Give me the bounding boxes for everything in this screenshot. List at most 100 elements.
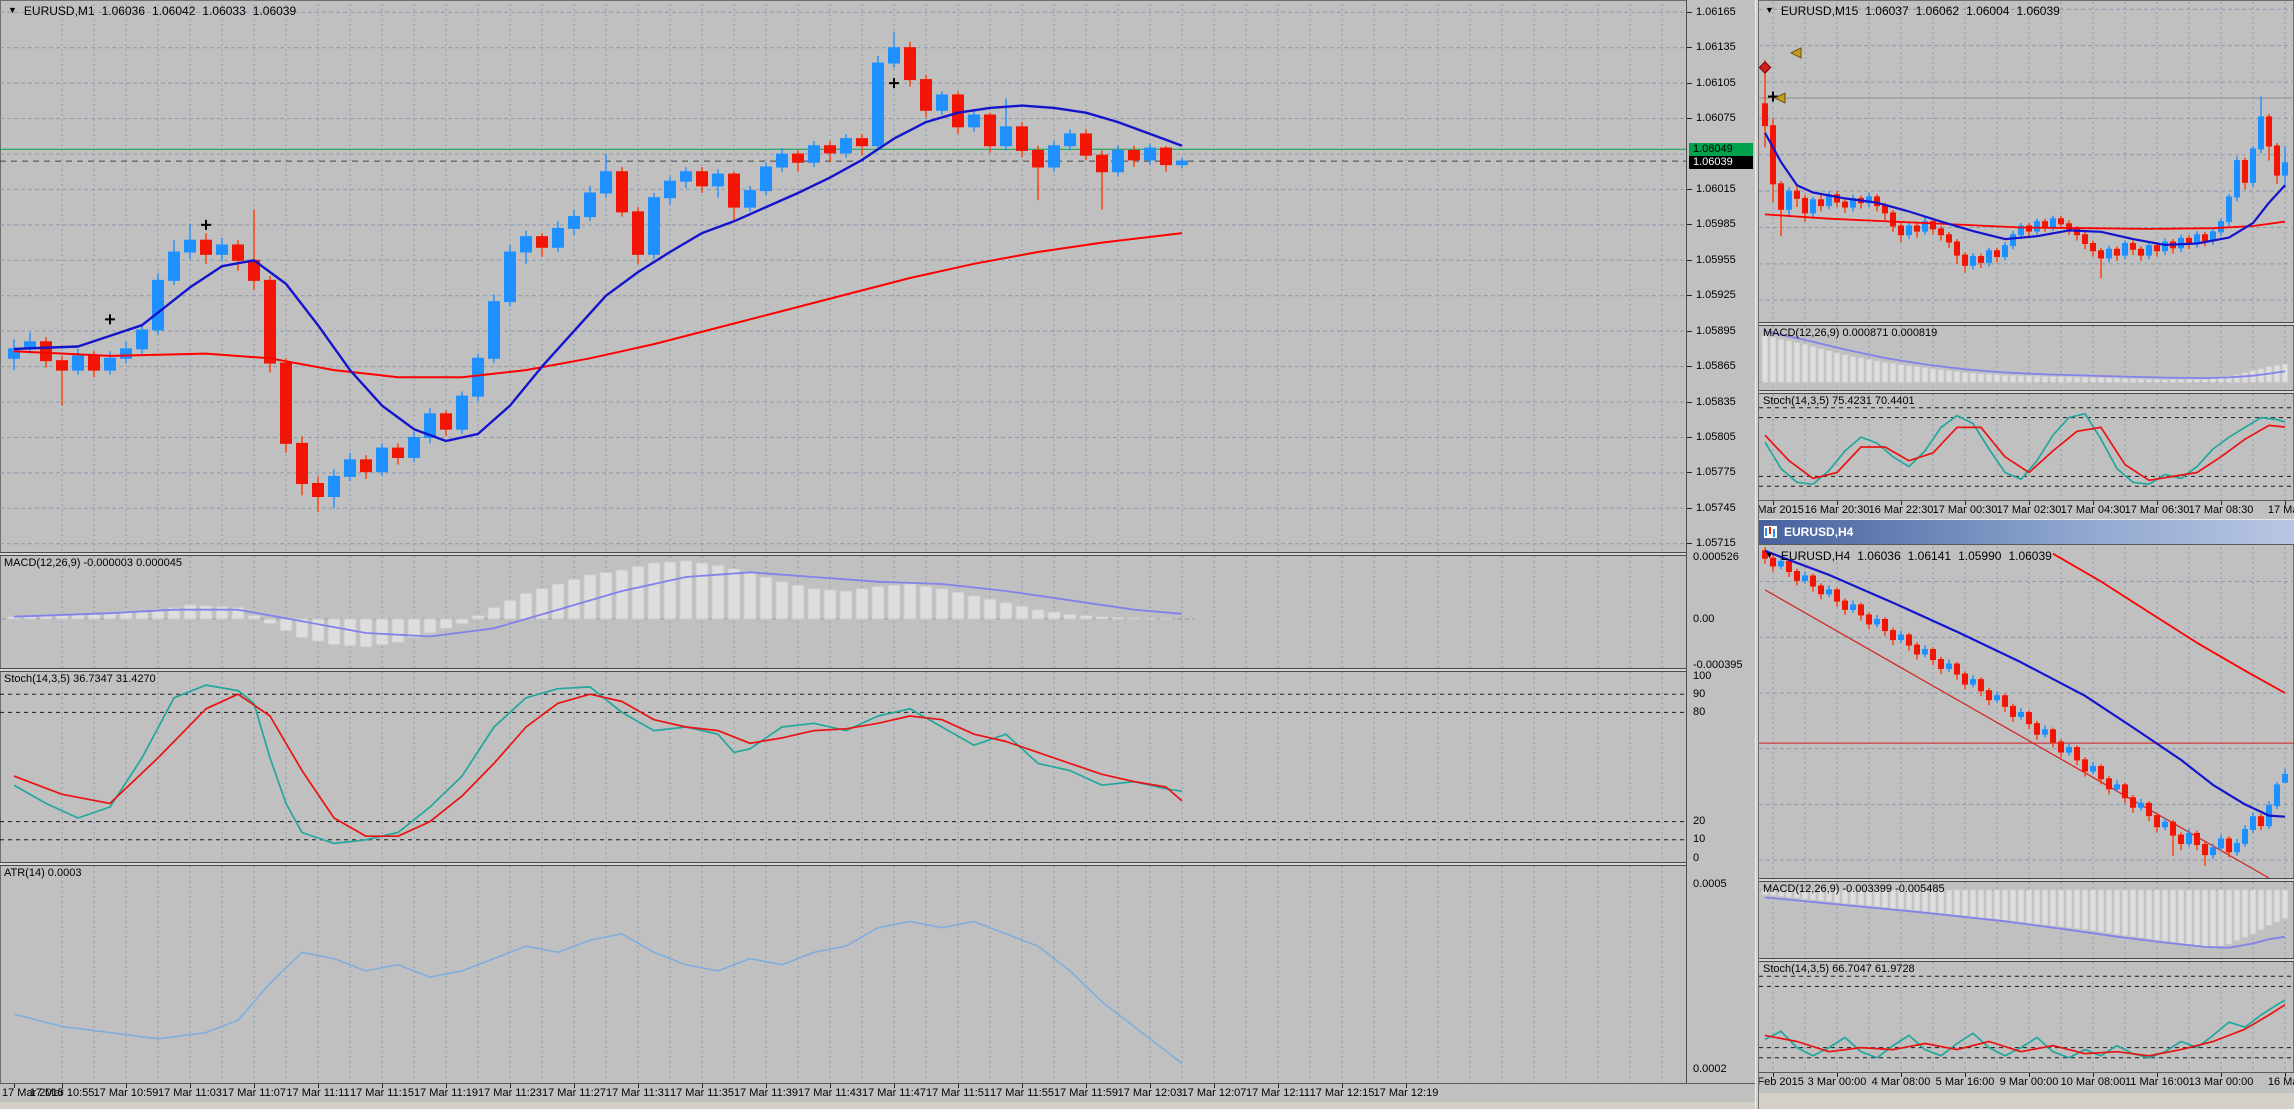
time-label: 17 Mar 11:43: [798, 1087, 862, 1099]
time-label: 17 Mar 11:35: [670, 1087, 734, 1099]
price-tick-mark: [1687, 189, 1692, 190]
indicator-axis-label: 0.000526: [1693, 551, 1739, 563]
time-label: 17 Mar 10:59: [94, 1087, 159, 1099]
time-label: 17 Mar 11:11: [286, 1087, 349, 1099]
m15-low-value: 1.06004: [1966, 4, 2009, 18]
time-label: 17 Mar 12:07: [1182, 1087, 1247, 1099]
price-tick-label: 1.06165: [1696, 6, 1736, 18]
price-tick-mark: [1687, 295, 1692, 296]
h4-high-value: 1.06141: [1908, 549, 1951, 563]
price-tick-mark: [1687, 366, 1692, 367]
time-label: 17 Mar 12:19: [1374, 1087, 1439, 1099]
m15-macd-splitter[interactable]: [1759, 322, 2294, 326]
m1-stoch-label: Stoch(14,3,5) 36.7347 31.4270: [4, 673, 156, 685]
time-label: 5 Mar 16:00: [1936, 1076, 1995, 1088]
m1-macd-splitter[interactable]: [0, 552, 1755, 556]
m15-time-axis[interactable]: 16 Mar 201516 Mar 20:3016 Mar 22:3017 Ma…: [1759, 500, 2294, 520]
time-label: 17 Mar 11:03: [158, 1087, 222, 1099]
h4-close-value: 1.06039: [2008, 549, 2051, 563]
time-label: 13 Mar 00:00: [2189, 1076, 2254, 1088]
time-label: 17 Mar 10:55: [30, 1087, 95, 1099]
h4-symbol-label: EURUSD,H4: [1781, 549, 1850, 563]
m1-atr-splitter[interactable]: [0, 862, 1755, 866]
m1-symbol-label: EURUSD,M1: [24, 4, 95, 18]
h4-macd-splitter[interactable]: [1759, 878, 2294, 882]
time-label: 17 Mar 12:11: [1246, 1087, 1310, 1099]
price-tick-mark: [1687, 543, 1692, 544]
price-tick-label: 1.05865: [1696, 360, 1736, 372]
time-label: 17 Mar 00:30: [1933, 504, 1998, 516]
time-label: 10 Mar 08:00: [2061, 1076, 2126, 1088]
time-label: 16 Mar 20:30: [1805, 504, 1870, 516]
m15-stoch-splitter[interactable]: [1759, 390, 2294, 394]
price-tick-mark: [1687, 118, 1692, 119]
price-tick-mark: [1687, 472, 1692, 473]
time-label: 16 Mar 2015: [1759, 504, 1804, 516]
m1-stoch-splitter[interactable]: [0, 668, 1755, 672]
m1-ohlc-header: ▼ EURUSD,M1 1.06036 1.06042 1.06033 1.06…: [8, 4, 296, 18]
price-tick-label: 1.05775: [1696, 466, 1736, 478]
time-label: 17 Mar 11:19: [414, 1087, 478, 1099]
m1-price-axis[interactable]: 1.06049 1.06039 1.061651.061351.061051.0…: [1686, 0, 1756, 1083]
price-tick-mark: [1687, 437, 1692, 438]
h4-window-titlebar[interactable]: EURUSD,H4: [1759, 519, 2294, 545]
price-tick-mark: [1687, 331, 1692, 332]
m1-open-value: 1.06036: [102, 4, 145, 18]
m1-time-axis[interactable]: 17 Mar 201517 Mar 10:5517 Mar 10:5917 Ma…: [0, 1083, 1686, 1102]
price-tick-label: 1.05985: [1696, 218, 1736, 230]
price-tick-label: 1.06135: [1696, 41, 1736, 53]
indicator-axis-label: 90: [1693, 688, 1705, 700]
indicator-axis-label: 100: [1693, 670, 1711, 682]
price-tick-label: 1.06105: [1696, 77, 1736, 89]
price-tick-label: 1.05805: [1696, 431, 1736, 443]
time-label: 17 Mar 11:07: [222, 1087, 286, 1099]
m1-close-value: 1.06039: [253, 4, 296, 18]
price-tick-mark: [1687, 224, 1692, 225]
chevron-down-icon[interactable]: ▼: [1765, 550, 1774, 564]
price-tick-mark: [1687, 402, 1692, 403]
h4-time-axis[interactable]: 27 Feb 20153 Mar 00:004 Mar 08:005 Mar 1…: [1759, 1072, 2294, 1093]
m1-low-value: 1.06033: [202, 4, 245, 18]
time-label: 17 Mar 12:15: [1310, 1087, 1375, 1099]
indicator-axis-label: 80: [1693, 706, 1705, 718]
indicator-axis-label: 0.0005: [1693, 878, 1727, 890]
time-label: 17 Mar 11:39: [734, 1087, 798, 1099]
metatrader-workspace: ▼ EURUSD,M1 1.06036 1.06042 1.06033 1.06…: [0, 0, 2294, 1109]
window-divider: [1755, 0, 1759, 1109]
time-label: 17 Mar 11:51: [926, 1087, 990, 1099]
indicator-axis-label: 0.0002: [1693, 1063, 1727, 1075]
indicator-axis-label: 20: [1693, 815, 1705, 827]
h4-stoch-label: Stoch(14,3,5) 66.7047 61.9728: [1763, 963, 1915, 975]
chevron-down-icon[interactable]: ▼: [8, 5, 17, 19]
chevron-down-icon[interactable]: ▼: [1765, 5, 1774, 19]
indicator-axis-label: 0: [1693, 852, 1699, 864]
time-label: 9 Mar 00:00: [2000, 1076, 2059, 1088]
m1-time-axis-corner: [1686, 1083, 1755, 1102]
price-tick-label: 1.05745: [1696, 502, 1736, 514]
h4-ohlc-header: ▼ EURUSD,H4 1.06036 1.06141 1.05990 1.06…: [1765, 549, 2052, 563]
price-tick-mark: [1687, 83, 1692, 84]
m15-open-value: 1.06037: [1865, 4, 1908, 18]
price-tick-mark: [1687, 260, 1692, 261]
time-label: 17 Mar 11:55: [990, 1087, 1054, 1099]
h4-stoch-splitter[interactable]: [1759, 958, 2294, 962]
h4-low-value: 1.05990: [1958, 549, 2001, 563]
price-tick-mark: [1687, 508, 1692, 509]
ask-price-box: 1.06049: [1689, 143, 1753, 156]
time-label: 17 Mar 08:30: [2189, 504, 2254, 516]
m15-high-value: 1.06062: [1916, 4, 1959, 18]
time-label: 17 Mar 11:27: [542, 1087, 606, 1099]
m15-stoch-label: Stoch(14,3,5) 75.4231 70.4401: [1763, 395, 1915, 407]
m1-high-value: 1.06042: [152, 4, 195, 18]
m1-window-bottom-frame: [0, 1101, 1755, 1109]
m15-macd-label: MACD(12,26,9) 0.000871 0.000819: [1763, 327, 1937, 339]
h4-open-value: 1.06036: [1857, 549, 1900, 563]
price-tick-label: 1.06075: [1696, 112, 1736, 124]
m1-chart-canvas[interactable]: [0, 0, 1686, 1083]
time-label: 17 Mar: [2268, 504, 2294, 516]
time-label: 11 Mar 16:00: [2125, 1076, 2189, 1088]
time-label: 17 Mar 12:03: [1118, 1087, 1183, 1099]
time-label: 16 Mar 22:30: [1869, 504, 1934, 516]
price-tick-label: 1.05895: [1696, 325, 1736, 337]
time-label: 17 Mar 06:30: [2125, 504, 2190, 516]
